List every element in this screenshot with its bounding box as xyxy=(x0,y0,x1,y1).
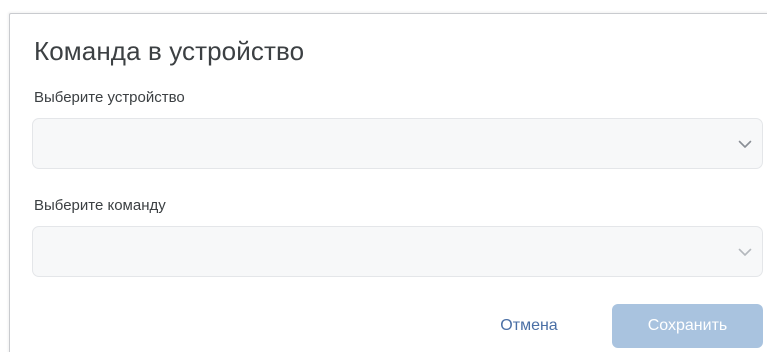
command-field-label: Выберите команду xyxy=(34,197,166,214)
save-button[interactable]: Сохранить xyxy=(612,304,763,348)
chevron-down-icon xyxy=(738,248,752,257)
dialog-title: Команда в устройство xyxy=(34,36,305,66)
cancel-button[interactable]: Отмена xyxy=(478,308,580,344)
screen: Команда в устройство Выберите устройство… xyxy=(0,0,767,352)
chevron-down-icon xyxy=(738,140,752,149)
device-command-dialog: Команда в устройство Выберите устройство… xyxy=(9,13,767,352)
command-select[interactable] xyxy=(32,226,763,277)
background-strip xyxy=(0,0,767,13)
device-select[interactable] xyxy=(32,118,763,169)
device-field-label: Выберите устройство xyxy=(34,89,185,106)
